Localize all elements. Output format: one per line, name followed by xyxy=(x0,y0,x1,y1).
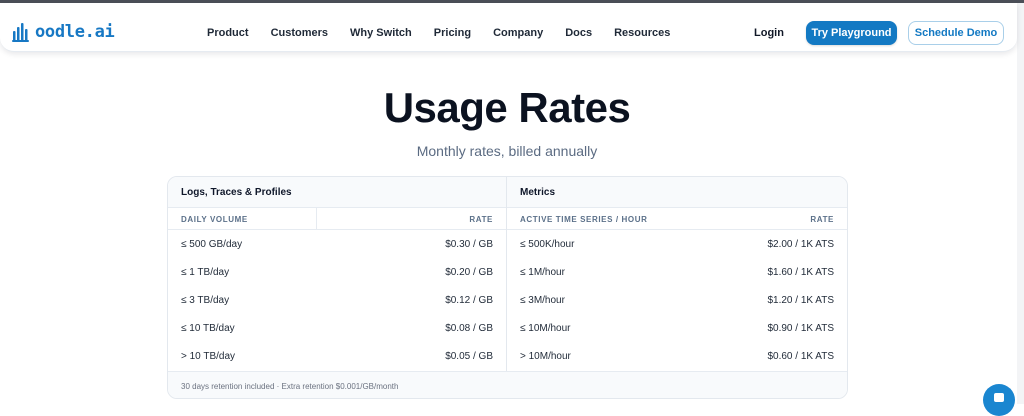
page-title: Usage Rates xyxy=(383,84,631,131)
navbar: oodle.ai Product Customers Why Switch Pr… xyxy=(0,3,1017,52)
rate-value: $2.00 / 1K ATS xyxy=(767,239,834,250)
nav-link-customers[interactable]: Customers xyxy=(271,27,328,39)
tier-label: ≤ 10M/hour xyxy=(520,323,571,334)
rate-value: $1.60 / 1K ATS xyxy=(767,267,834,278)
nav-link-product[interactable]: Product xyxy=(207,27,249,39)
tier-label: ≤ 1M/hour xyxy=(520,267,565,278)
chat-icon xyxy=(994,393,1004,402)
logs-table-header: DAILY VOLUME RATE xyxy=(168,208,506,230)
header-daily-volume: DAILY VOLUME xyxy=(181,215,248,224)
table-row: ≤ 3 TB/day $0.12 / GB xyxy=(168,286,506,314)
usage-rates-table: Logs, Traces & Profiles DAILY VOLUME RAT… xyxy=(167,176,848,399)
nav-link-why-switch[interactable]: Why Switch xyxy=(350,27,412,39)
nav-link-resources[interactable]: Resources xyxy=(614,27,670,39)
retention-footnote: 30 days retention included · Extra reten… xyxy=(168,371,847,398)
rate-value: $0.05 / GB xyxy=(445,351,493,362)
tier-label: ≤ 10 TB/day xyxy=(181,323,235,334)
header-rate: RATE xyxy=(469,215,493,224)
primary-nav: Product Customers Why Switch Pricing Com… xyxy=(207,27,670,39)
logs-column-title: Logs, Traces & Profiles xyxy=(168,177,506,208)
metrics-table-header: ACTIVE TIME SERIES / HOUR RATE xyxy=(507,208,847,230)
metrics-column-title: Metrics xyxy=(507,177,847,208)
logo-bars-icon xyxy=(12,23,29,42)
header-divider xyxy=(316,208,317,230)
rate-value: $0.60 / 1K ATS xyxy=(767,351,834,362)
logo[interactable]: oodle.ai xyxy=(12,22,115,42)
rate-value: $0.08 / GB xyxy=(445,323,493,334)
header-rate: RATE xyxy=(810,215,834,224)
nav-link-pricing[interactable]: Pricing xyxy=(434,27,471,39)
rate-value: $1.20 / 1K ATS xyxy=(767,295,834,306)
table-row: ≤ 500K/hour $2.00 / 1K ATS xyxy=(507,230,847,258)
tier-label: ≤ 500 GB/day xyxy=(181,239,243,250)
table-row: ≤ 10 TB/day $0.08 / GB xyxy=(168,314,506,342)
table-row: ≤ 10M/hour $0.90 / 1K ATS xyxy=(507,314,847,342)
tier-label: ≤ 3 TB/day xyxy=(181,295,230,306)
tier-label: ≤ 3M/hour xyxy=(520,295,565,306)
try-playground-button[interactable]: Try Playground xyxy=(806,21,897,45)
rate-value: $0.30 / GB xyxy=(445,239,493,250)
tier-label: > 10 TB/day xyxy=(181,351,236,362)
nav-link-docs[interactable]: Docs xyxy=(565,27,592,39)
rate-value: $0.20 / GB xyxy=(445,267,493,278)
table-row: ≤ 1M/hour $1.60 / 1K ATS xyxy=(507,258,847,286)
nav-link-company[interactable]: Company xyxy=(493,27,543,39)
rate-value: $0.90 / 1K ATS xyxy=(767,323,834,334)
table-row: ≤ 500 GB/day $0.30 / GB xyxy=(168,230,506,258)
table-row: ≤ 1 TB/day $0.20 / GB xyxy=(168,258,506,286)
tier-label: > 10M/hour xyxy=(520,351,571,362)
table-row: ≤ 3M/hour $1.20 / 1K ATS xyxy=(507,286,847,314)
login-link[interactable]: Login xyxy=(754,27,784,39)
chat-widget-button[interactable] xyxy=(983,384,1015,416)
metrics-pricing-column: Metrics ACTIVE TIME SERIES / HOUR RATE ≤… xyxy=(507,177,847,371)
scrollbar-gutter[interactable] xyxy=(1017,3,1024,404)
logo-text: oodle.ai xyxy=(35,22,115,42)
schedule-demo-button[interactable]: Schedule Demo xyxy=(908,21,1004,45)
tier-label: ≤ 500K/hour xyxy=(520,239,575,250)
rate-value: $0.12 / GB xyxy=(445,295,493,306)
logs-pricing-column: Logs, Traces & Profiles DAILY VOLUME RAT… xyxy=(168,177,507,371)
table-row: > 10M/hour $0.60 / 1K ATS xyxy=(507,342,847,370)
tier-label: ≤ 1 TB/day xyxy=(181,267,230,278)
header-active-time-series: ACTIVE TIME SERIES / HOUR xyxy=(520,215,648,224)
table-row: > 10 TB/day $0.05 / GB xyxy=(168,342,506,370)
page-subtitle: Monthly rates, billed annually xyxy=(416,143,598,159)
